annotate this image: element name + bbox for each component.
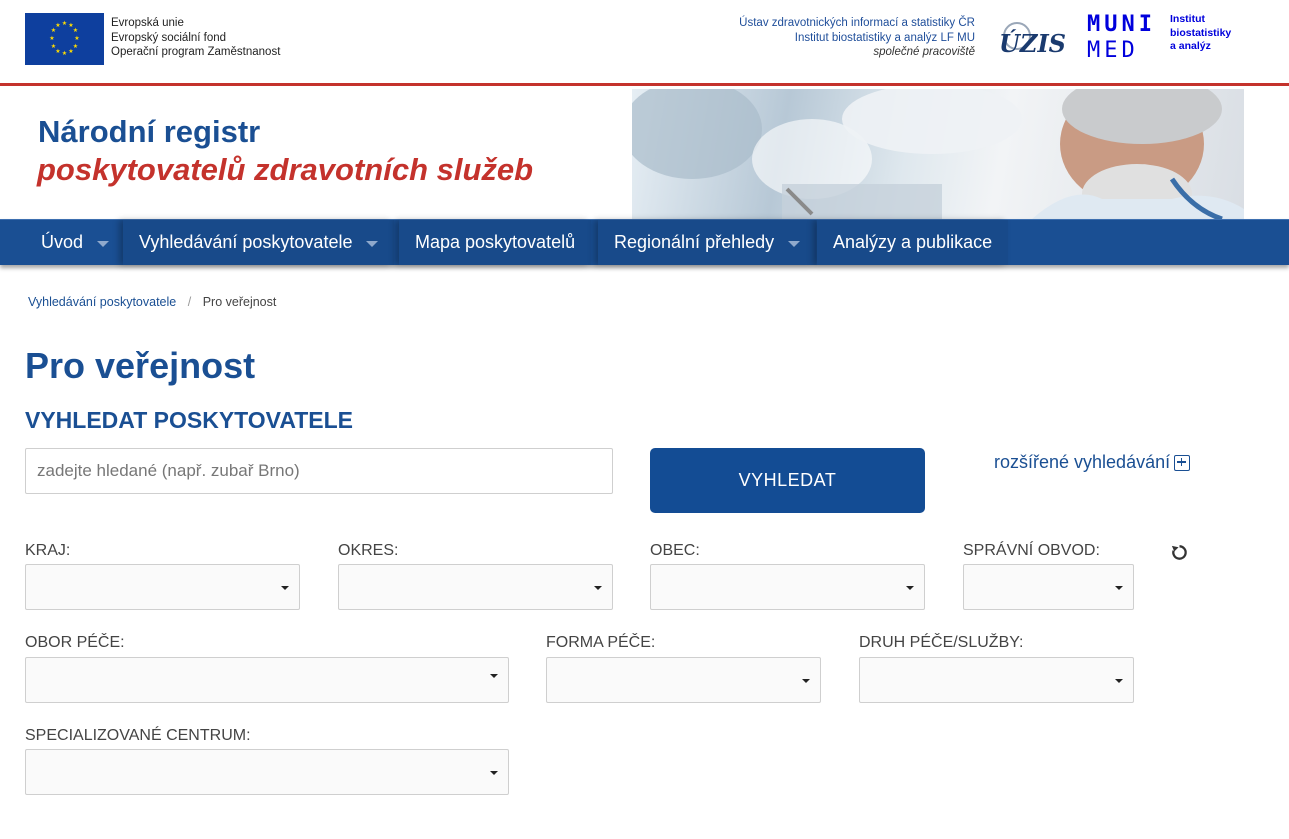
uzis-line: Ústav zdravotnických informací a statist…: [739, 17, 975, 29]
filter-label-specializovane-centrum: SPECIALIZOVANÉ CENTRUM:: [25, 727, 251, 744]
caret-down-icon: [802, 679, 810, 683]
nav-item-vyhledavani[interactable]: Vyhledávání poskytovatele: [123, 220, 395, 265]
obec-select[interactable]: [650, 564, 925, 610]
caret-down-icon: [906, 586, 914, 590]
advanced-search-label: rozšířené vyhledávání: [994, 452, 1171, 472]
site-title-line1[interactable]: Národní registr: [38, 114, 260, 150]
uzis-logo-text: ÚZIS: [999, 29, 1066, 58]
filter-label-okres: OKRES:: [338, 542, 399, 559]
section-title: VYHLEDAT POSKYTOVATELE: [25, 407, 353, 433]
breadcrumb-link[interactable]: Vyhledávání poskytovatele: [28, 295, 176, 309]
eu-stars-icon: ★ ★ ★ ★ ★ ★ ★ ★ ★ ★ ★ ★: [25, 13, 104, 65]
svg-text:★: ★: [55, 22, 60, 29]
filter-label-spravni-obvod: SPRÁVNÍ OBVOD:: [963, 542, 1100, 559]
svg-text:★: ★: [74, 35, 79, 42]
caret-down-icon: [490, 771, 498, 775]
nav-item-analyzy[interactable]: Analýzy a publikace: [817, 220, 1009, 265]
obor-pece-select[interactable]: [25, 657, 509, 703]
breadcrumb: Vyhledávání poskytovatele / Pro veřejnos…: [28, 295, 276, 309]
caret-down-icon: [281, 586, 289, 590]
caret-down-icon: [490, 674, 498, 678]
specializovane-centrum-select[interactable]: [25, 749, 509, 795]
eu-program-text: Evropská unie Evropský sociální fond Ope…: [111, 16, 280, 60]
filter-label-kraj: KRAJ:: [25, 542, 71, 559]
muni-text: MUNI: [1087, 12, 1156, 37]
chevron-down-icon: [366, 240, 379, 247]
uzis-line: společné pracoviště: [873, 46, 975, 58]
nav-item-regionalni[interactable]: Regionální přehledy: [598, 220, 817, 265]
filter-label-obec: OBEC:: [650, 542, 700, 559]
plus-square-icon: [1174, 454, 1191, 471]
muni-sub-line: biostatistiky: [1170, 26, 1232, 39]
kraj-select[interactable]: [25, 564, 300, 610]
muni-med-logo[interactable]: MUNI MED: [1087, 12, 1156, 64]
filter-label-druh-pece: DRUH PÉČE/SLUŽBY:: [859, 634, 1024, 651]
eu-line: Operační program Zaměstnanost: [111, 46, 281, 58]
caret-down-icon: [1115, 679, 1123, 683]
med-text: MED: [1087, 38, 1139, 63]
muni-sub-line: a analýz: [1170, 40, 1211, 52]
breadcrumb-current: Pro veřejnost: [202, 295, 277, 309]
okres-select[interactable]: [338, 564, 613, 610]
eu-flag-logo: ★ ★ ★ ★ ★ ★ ★ ★ ★ ★ ★ ★: [25, 13, 104, 65]
nav-item-label: Úvod: [41, 232, 84, 252]
nav-item-label: Analýzy a publikace: [833, 232, 993, 252]
site-title-line2[interactable]: poskytovatelů zdravotních služeb: [37, 152, 533, 188]
eu-line: Evropský sociální fond: [111, 31, 227, 44]
svg-text:★: ★: [62, 20, 67, 27]
breadcrumb-separator: /: [187, 295, 192, 309]
uzis-line: Institut biostatistiky a analýz LF MU: [794, 31, 975, 44]
reset-filters-icon[interactable]: [1170, 543, 1189, 562]
advanced-search-link[interactable]: rozšířené vyhledávání: [994, 452, 1191, 473]
search-input[interactable]: [25, 448, 613, 494]
caret-down-icon: [1115, 586, 1123, 590]
uzis-partner-text: Ústav zdravotnických informací a statist…: [739, 16, 975, 60]
muni-institute-text: Institut biostatistiky a analýz: [1170, 13, 1231, 54]
svg-text:★: ★: [68, 48, 73, 55]
page-title: Pro veřejnost: [25, 345, 256, 386]
spravni-obvod-select[interactable]: [963, 564, 1134, 610]
chevron-down-icon: [97, 240, 110, 247]
caret-down-icon: [594, 586, 602, 590]
filter-label-obor-pece: OBOR PÉČE:: [25, 634, 125, 651]
nav-item-uvod[interactable]: Úvod: [25, 220, 125, 265]
filter-label-forma-pece: FORMA PÉČE:: [546, 634, 656, 651]
druh-pece-select[interactable]: [859, 657, 1134, 703]
eu-line: Evropská unie: [111, 17, 184, 29]
hero-doctor-image: [632, 89, 1244, 219]
nav-item-label: Regionální přehledy: [614, 232, 775, 252]
nav-item-label: Vyhledávání poskytovatele: [139, 232, 353, 252]
forma-pece-select[interactable]: [546, 657, 821, 703]
nav-item-mapa[interactable]: Mapa poskytovatelů: [399, 220, 592, 265]
uzis-logo[interactable]: ÚZIS: [997, 14, 1067, 64]
chevron-down-icon: [788, 240, 801, 247]
main-navigation: Úvod Vyhledávání poskytovatele Mapa posk…: [0, 219, 1289, 265]
svg-text:★: ★: [51, 43, 56, 50]
svg-text:★: ★: [49, 35, 54, 42]
svg-text:★: ★: [73, 27, 78, 34]
muni-sub-line: Institut: [1170, 13, 1205, 25]
search-button[interactable]: VYHLEDAT: [650, 448, 925, 513]
svg-text:★: ★: [62, 50, 67, 57]
top-logo-bar: ★ ★ ★ ★ ★ ★ ★ ★ ★ ★ ★ ★ Evropská unie Ev…: [0, 0, 1289, 86]
nav-item-label: Mapa poskytovatelů: [415, 232, 576, 252]
